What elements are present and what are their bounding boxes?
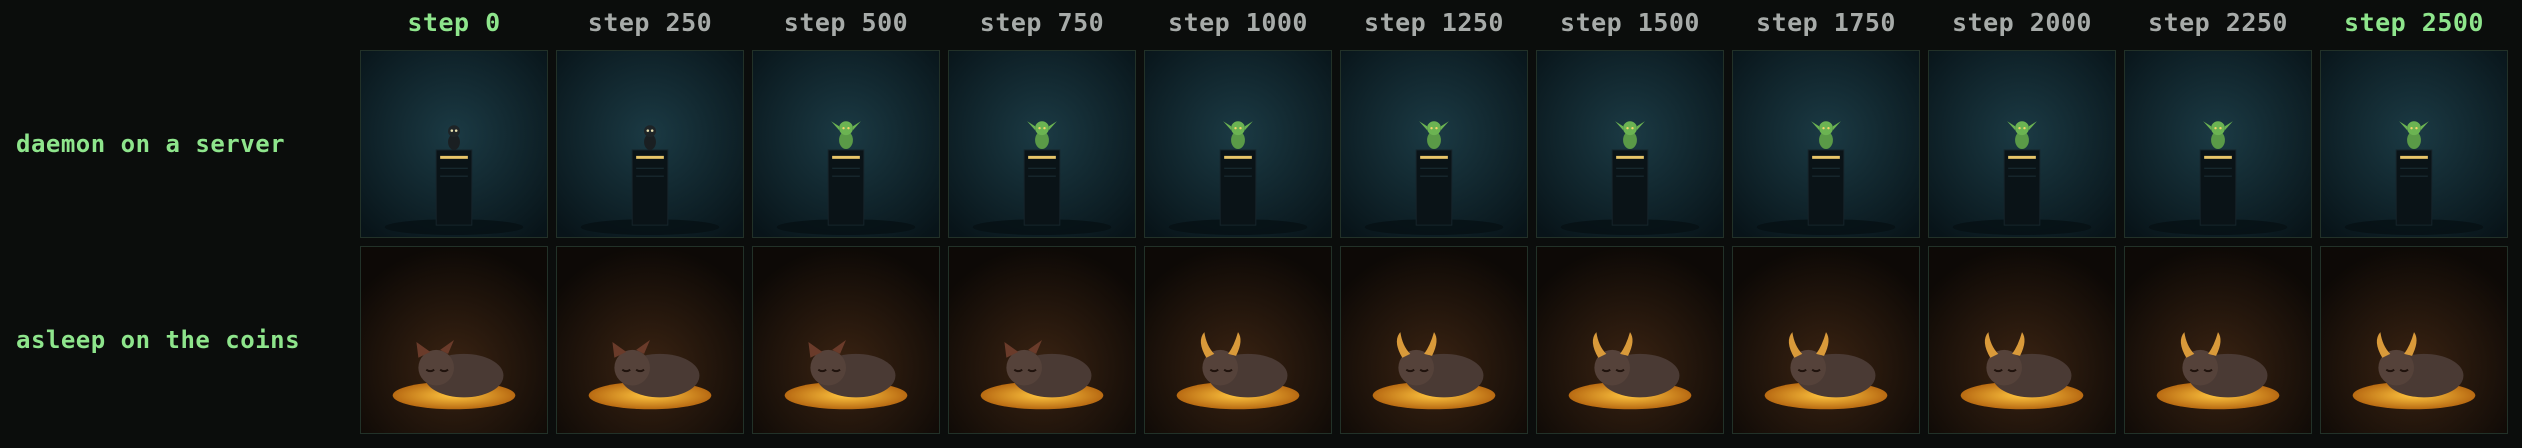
step-header: step 750	[979, 8, 1105, 37]
step-header: step 1250	[1364, 8, 1504, 37]
step-header: step 1000	[1168, 8, 1308, 37]
row-label: asleep on the coins	[16, 326, 301, 354]
server-tower	[1611, 149, 1649, 226]
image-thumbnail	[2124, 50, 2312, 238]
image-thumbnail	[1928, 50, 2116, 238]
step-header: step 2000	[1952, 8, 2092, 37]
image-thumbnail	[360, 50, 548, 238]
server-tower	[2003, 149, 2041, 226]
image-thumbnail	[1144, 50, 1332, 238]
server-tower	[1023, 149, 1061, 226]
image-thumbnail	[2124, 246, 2312, 434]
server-tower	[1219, 149, 1257, 226]
row-label: daemon on a server	[16, 130, 286, 158]
image-thumbnail	[556, 246, 744, 434]
image-thumbnail	[2320, 246, 2508, 434]
server-tower	[2395, 149, 2433, 226]
step-header: step 2500	[2344, 8, 2484, 37]
server-tower	[827, 149, 865, 226]
image-thumbnail	[948, 50, 1136, 238]
step-header: step 2250	[2148, 8, 2288, 37]
image-thumbnail	[360, 246, 548, 434]
step-header: step 1500	[1560, 8, 1700, 37]
image-thumbnail	[752, 50, 940, 238]
step-header: step 250	[587, 8, 713, 37]
step-header: step 0	[407, 8, 501, 37]
image-thumbnail	[1340, 246, 1528, 434]
image-thumbnail	[948, 246, 1136, 434]
image-thumbnail	[2320, 50, 2508, 238]
step-header: step 500	[783, 8, 909, 37]
image-thumbnail	[556, 50, 744, 238]
image-thumbnail	[1536, 246, 1724, 434]
step-header: step 1750	[1756, 8, 1896, 37]
image-thumbnail	[1732, 246, 1920, 434]
image-thumbnail	[1732, 50, 1920, 238]
server-tower	[1807, 149, 1845, 226]
server-tower	[2199, 149, 2237, 226]
server-tower	[1415, 149, 1453, 226]
image-thumbnail	[1340, 50, 1528, 238]
image-thumbnail	[1536, 50, 1724, 238]
image-thumbnail	[1928, 246, 2116, 434]
imp-figure	[644, 125, 656, 150]
server-tower	[435, 149, 473, 226]
server-tower	[631, 149, 669, 226]
image-thumbnail	[1144, 246, 1332, 434]
imp-figure	[448, 125, 460, 150]
image-thumbnail	[752, 246, 940, 434]
